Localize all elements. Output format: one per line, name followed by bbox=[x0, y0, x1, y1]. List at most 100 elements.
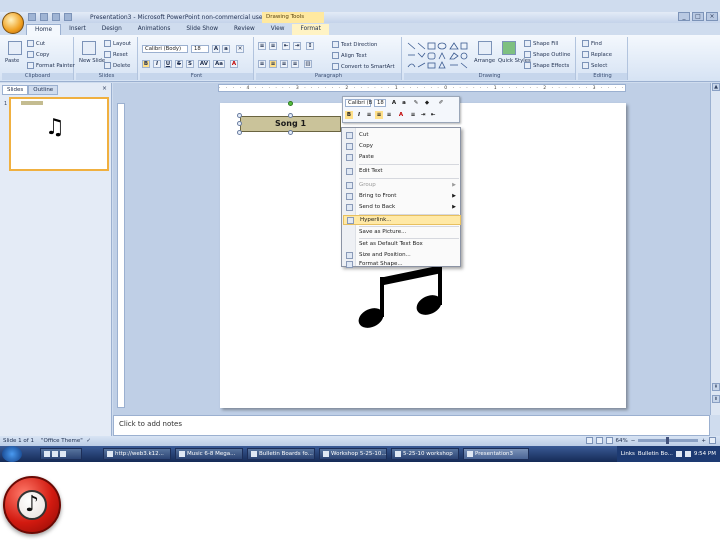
font-color-button[interactable]: A bbox=[230, 60, 238, 68]
prev-slide-icon[interactable]: ⇞ bbox=[712, 383, 720, 391]
shape-outline-button[interactable]: Shape Outline bbox=[524, 51, 570, 58]
task-item-active[interactable]: Presentation3 bbox=[463, 448, 529, 460]
tab-design[interactable]: Design bbox=[94, 24, 130, 35]
shape-fill-button[interactable]: Shape Fill bbox=[524, 40, 558, 47]
qat-dropdown-icon[interactable] bbox=[64, 13, 72, 21]
mini-bold-button[interactable]: B bbox=[345, 111, 353, 119]
increase-indent-button[interactable]: ⇥ bbox=[293, 42, 301, 50]
ie-icon[interactable] bbox=[44, 451, 50, 457]
zoom-slider[interactable] bbox=[638, 437, 699, 444]
network-icon[interactable] bbox=[675, 451, 682, 457]
shrink-font-button[interactable]: a bbox=[222, 45, 230, 53]
shadow-button[interactable]: S bbox=[186, 60, 194, 68]
mini-shrink-font-button[interactable]: a bbox=[400, 99, 408, 107]
italic-button[interactable]: I bbox=[153, 60, 161, 68]
copy-button[interactable]: Copy bbox=[27, 51, 49, 58]
strikethrough-button[interactable]: S bbox=[175, 60, 183, 68]
tab-animations[interactable]: Animations bbox=[130, 24, 179, 35]
tab-home[interactable]: Home bbox=[26, 24, 62, 35]
mini-outdent-icon[interactable]: ⇤ bbox=[429, 111, 437, 119]
underline-button[interactable]: U bbox=[164, 60, 172, 68]
task-item[interactable]: 5-25-10 workshop bbox=[391, 448, 459, 460]
arrange-icon[interactable] bbox=[478, 41, 492, 55]
tab-insert[interactable]: Insert bbox=[61, 24, 94, 35]
task-item[interactable]: Workshop 5-25-10... bbox=[319, 448, 387, 460]
justify-button[interactable]: ≡ bbox=[291, 60, 299, 68]
media-icon[interactable] bbox=[60, 451, 66, 457]
grow-font-button[interactable]: A bbox=[212, 45, 220, 53]
layout-button[interactable]: Layout bbox=[104, 40, 131, 47]
bullets-button[interactable]: ≡ bbox=[258, 42, 266, 50]
task-item[interactable]: http://web3.k12... bbox=[103, 448, 171, 460]
slide-thumbnail[interactable]: ♫ bbox=[9, 97, 109, 171]
font-name-combo[interactable]: Calibri (Body) bbox=[142, 45, 188, 53]
scroll-up-icon[interactable]: ▲ bbox=[712, 83, 720, 91]
menu-item-format-shape[interactable]: Format Shape... bbox=[343, 259, 461, 269]
change-case-button[interactable]: Aa bbox=[213, 60, 225, 68]
mini-bullets-icon[interactable]: ≡ bbox=[409, 111, 417, 119]
task-item[interactable]: Bulletin Boards fo... bbox=[247, 448, 315, 460]
align-text-button[interactable]: Align Text bbox=[332, 52, 367, 59]
menu-item-set-default-text-box[interactable]: Set as Default Text Box bbox=[343, 239, 461, 249]
columns-button[interactable]: ▥ bbox=[304, 60, 312, 68]
desktop-icon[interactable] bbox=[52, 451, 58, 457]
resize-handle-t[interactable] bbox=[288, 113, 293, 118]
resize-handle-bl[interactable] bbox=[237, 130, 242, 135]
links-label[interactable]: Links bbox=[621, 451, 635, 457]
menu-item-paste[interactable]: Paste bbox=[343, 152, 461, 162]
align-center-button[interactable]: ≡ bbox=[269, 60, 277, 68]
cut-button[interactable]: Cut bbox=[27, 40, 45, 47]
mini-font-combo[interactable]: Calibri (B bbox=[345, 99, 372, 107]
resize-handle-l[interactable] bbox=[237, 121, 242, 126]
fit-window-icon[interactable] bbox=[709, 437, 716, 444]
clock[interactable]: 9:54 PM bbox=[694, 451, 716, 457]
office-button[interactable] bbox=[2, 12, 24, 34]
mini-font-color-button[interactable]: A bbox=[397, 111, 405, 119]
mini-grow-font-button[interactable]: A bbox=[390, 99, 398, 107]
zoom-level[interactable]: 64% bbox=[616, 438, 628, 444]
replace-button[interactable]: Replace bbox=[582, 51, 612, 58]
numbering-button[interactable]: ≡ bbox=[269, 42, 277, 50]
mini-indent-icon[interactable]: ⇥ bbox=[419, 111, 427, 119]
close-pane-icon[interactable]: × bbox=[102, 85, 107, 92]
new-slide-button[interactable]: New Slide bbox=[79, 58, 105, 64]
mini-fill-icon[interactable]: ◆ bbox=[423, 99, 431, 107]
notes-pane[interactable]: Click to add notes bbox=[113, 415, 710, 436]
redo-icon[interactable] bbox=[52, 13, 60, 21]
tab-outline[interactable]: Outline bbox=[28, 85, 59, 95]
paste-button[interactable]: Paste bbox=[5, 58, 19, 64]
arrange-button[interactable]: Arrange bbox=[474, 58, 495, 64]
menu-item-copy[interactable]: Copy bbox=[343, 141, 461, 151]
maximize-button[interactable]: □ bbox=[692, 12, 704, 21]
align-right-button[interactable]: ≡ bbox=[280, 60, 288, 68]
shape-effects-button[interactable]: Shape Effects bbox=[524, 62, 569, 69]
clear-format-button[interactable]: ✕ bbox=[236, 45, 244, 53]
menu-item-cut[interactable]: Cut bbox=[343, 130, 461, 140]
zoom-out-icon[interactable]: − bbox=[631, 438, 636, 444]
close-button[interactable]: × bbox=[706, 12, 718, 21]
mini-align-right-icon[interactable]: ≡ bbox=[385, 111, 393, 119]
mini-brush-icon[interactable]: ✐ bbox=[437, 99, 445, 107]
tab-slide-show[interactable]: Slide Show bbox=[178, 24, 226, 35]
convert-smartart-button[interactable]: Convert to SmartArt bbox=[332, 63, 395, 70]
align-left-button[interactable]: ≡ bbox=[258, 60, 266, 68]
menu-item-save-as-picture[interactable]: Save as Picture... bbox=[343, 227, 461, 237]
vertical-scrollbar[interactable]: ▲ ⇞ ⇟ bbox=[710, 83, 720, 415]
menu-item-hyperlink[interactable]: Hyperlink... bbox=[343, 215, 461, 225]
delete-button[interactable]: Delete bbox=[104, 62, 130, 69]
zoom-in-icon[interactable]: + bbox=[701, 438, 706, 444]
format-painter-button[interactable]: Format Painter bbox=[27, 62, 75, 69]
bold-button[interactable]: B bbox=[142, 60, 150, 68]
zoom-slider-thumb[interactable] bbox=[666, 437, 670, 444]
normal-view-icon[interactable] bbox=[585, 437, 593, 444]
slide-sorter-icon[interactable] bbox=[595, 437, 603, 444]
reset-button[interactable]: Reset bbox=[104, 51, 128, 58]
tab-view[interactable]: View bbox=[263, 24, 293, 35]
tab-slides[interactable]: Slides bbox=[2, 85, 29, 95]
font-size-combo[interactable]: 18 bbox=[191, 45, 209, 53]
tab-format[interactable]: Format bbox=[292, 24, 329, 35]
text-direction-button[interactable]: Text Direction bbox=[332, 41, 377, 48]
next-slide-icon[interactable]: ⇟ bbox=[712, 395, 720, 403]
decrease-indent-button[interactable]: ⇤ bbox=[282, 42, 290, 50]
tab-review[interactable]: Review bbox=[226, 24, 263, 35]
